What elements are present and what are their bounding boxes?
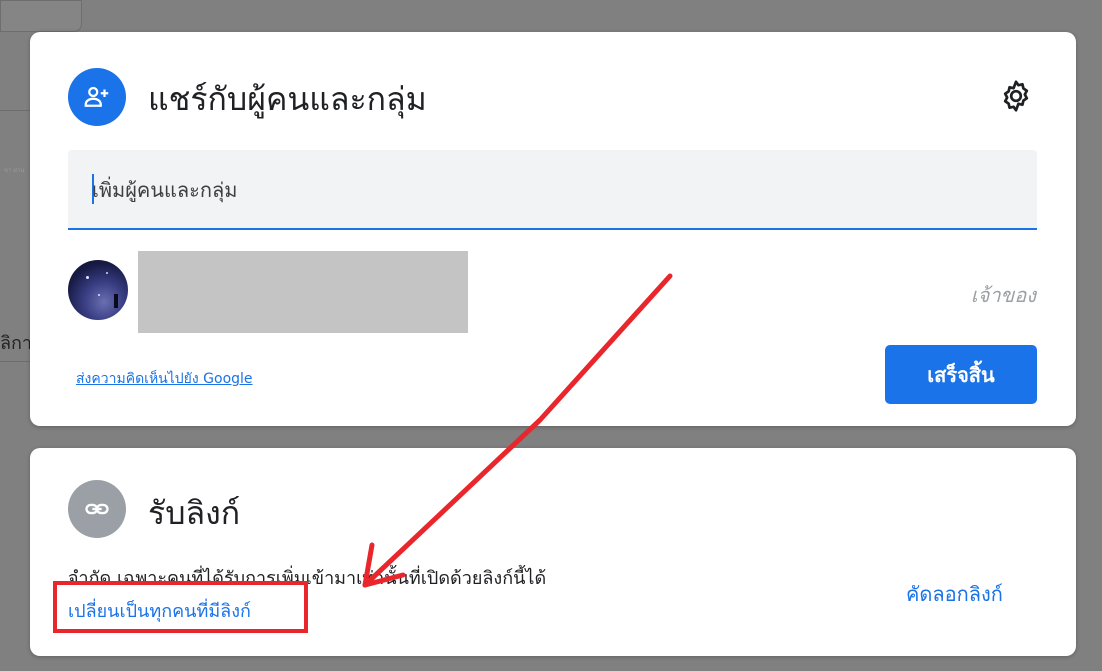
add-people-input[interactable] [90,172,994,208]
copy-link-button[interactable]: คัดลอกลิงก์ [906,578,1003,610]
gear-icon[interactable] [998,78,1034,114]
get-link-title: รับลิงก์ [148,494,241,532]
person-add-icon [68,68,126,126]
link-icon [68,480,126,538]
redacted-user-info [138,251,468,333]
link-restriction-description: จำกัด เฉพาะคนที่ได้รับการเพิ่มเข้ามาเท่า… [68,568,547,589]
send-feedback-link[interactable]: ส่งความคิดเห็นไปยัง Google [76,368,253,390]
share-dialog-card: แชร์กับผู้คนและกลุ่ม เจ้าของ ส่งความคิดเ… [30,32,1076,426]
background-divider [0,110,30,111]
change-to-anyone-with-link[interactable]: เปลี่ยนเป็นทุกคนที่มีลิงก์ [68,596,251,625]
done-button[interactable]: เสร็จสิ้น [885,345,1037,404]
background-divider [0,361,30,362]
get-link-card: รับลิงก์ จำกัด เฉพาะคนที่ได้รับการเพิ่มเ… [30,448,1076,656]
avatar [68,260,128,320]
background-text: ขา ผ่าน [4,167,25,174]
background-tab [0,0,82,32]
background-text: ลิกา [0,333,30,354]
share-dialog-title: แชร์กับผู้คนและกลุ่ม [148,80,427,118]
add-people-field[interactable] [68,150,1037,230]
owner-role-label: เจ้าของ [970,283,1036,307]
